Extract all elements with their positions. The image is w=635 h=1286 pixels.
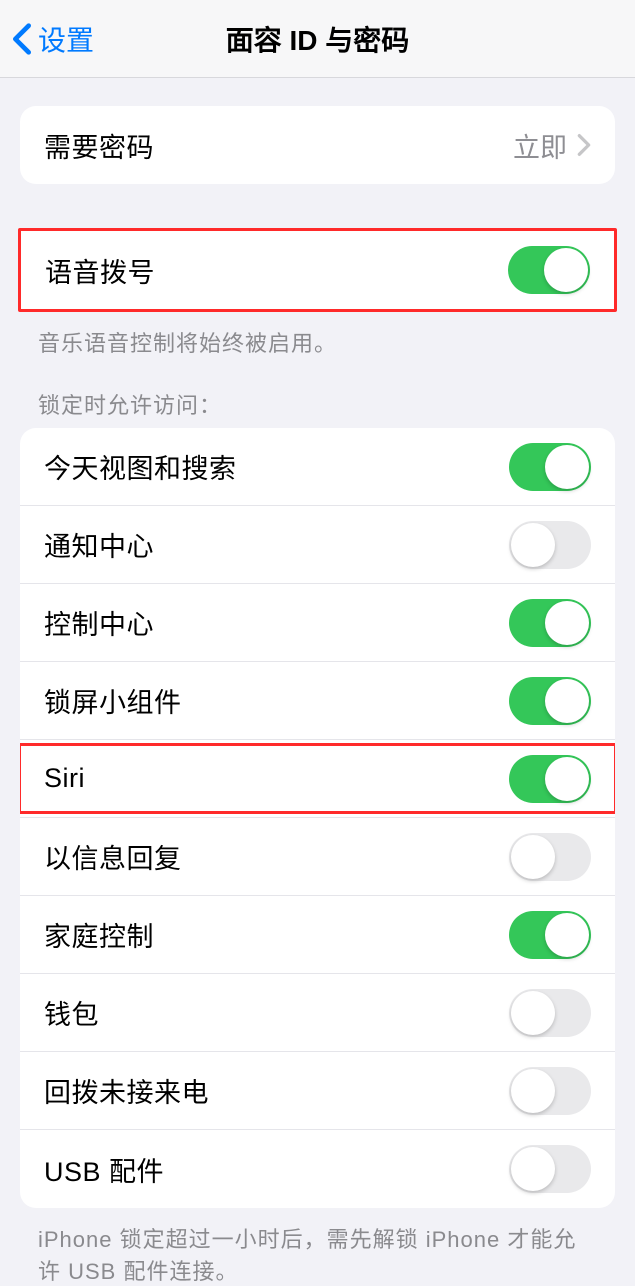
usb-accessories-row: USB 配件 <box>20 1130 615 1208</box>
siri-row: Siri <box>20 740 615 818</box>
lock-screen-widgets-toggle[interactable] <box>509 677 591 725</box>
require-passcode-row[interactable]: 需要密码 立即 <box>20 106 615 184</box>
notification-center-label: 通知中心 <box>44 525 154 564</box>
lock-screen-widgets-label: 锁屏小组件 <box>44 681 182 720</box>
chevron-right-icon <box>577 133 591 157</box>
siri-label: Siri <box>44 763 85 794</box>
reply-with-message-toggle[interactable] <box>509 833 591 881</box>
home-control-row: 家庭控制 <box>20 896 615 974</box>
wallet-toggle[interactable] <box>509 989 591 1037</box>
return-missed-calls-row: 回拨未接来电 <box>20 1052 615 1130</box>
voice-dial-toggle[interactable] <box>508 246 590 294</box>
voice-dial-label: 语音拨号 <box>45 251 155 290</box>
wallet-row: 钱包 <box>20 974 615 1052</box>
usb-accessories-toggle[interactable] <box>509 1145 591 1193</box>
usb-footer: iPhone 锁定超过一小时后，需先解锁 iPhone 才能允许 USB 配件连… <box>0 1208 635 1286</box>
wallet-label: 钱包 <box>44 993 99 1032</box>
today-view-label: 今天视图和搜索 <box>44 447 237 486</box>
siri-toggle[interactable] <box>509 755 591 803</box>
today-view-toggle[interactable] <box>509 443 591 491</box>
control-center-label: 控制中心 <box>44 603 154 642</box>
chevron-left-icon <box>12 22 32 56</box>
back-label: 设置 <box>38 19 94 59</box>
voice-dial-footer: 音乐语音控制将始终被启用。 <box>0 312 635 358</box>
lock-screen-widgets-row: 锁屏小组件 <box>20 662 615 740</box>
lock-access-group: 今天视图和搜索 通知中心 控制中心 锁屏小组件 Siri 以信息回复 家庭控制 <box>20 428 615 1208</box>
home-control-label: 家庭控制 <box>44 915 154 954</box>
return-missed-calls-label: 回拨未接来电 <box>44 1071 209 1110</box>
back-button[interactable]: 设置 <box>0 19 94 59</box>
usb-accessories-label: USB 配件 <box>44 1150 164 1189</box>
control-center-row: 控制中心 <box>20 584 615 662</box>
lock-access-header: 锁定时允许访问： <box>0 358 635 428</box>
notification-center-row: 通知中心 <box>20 506 615 584</box>
navbar: 设置 面容 ID 与密码 <box>0 0 635 78</box>
today-view-row: 今天视图和搜索 <box>20 428 615 506</box>
require-passcode-group: 需要密码 立即 <box>20 106 615 184</box>
page-title: 面容 ID 与密码 <box>0 19 635 59</box>
home-control-toggle[interactable] <box>509 911 591 959</box>
reply-with-message-label: 以信息回复 <box>44 837 182 876</box>
reply-with-message-row: 以信息回复 <box>20 818 615 896</box>
voice-dial-group: 语音拨号 <box>18 228 617 312</box>
require-passcode-label: 需要密码 <box>44 126 154 165</box>
voice-dial-row: 语音拨号 <box>21 231 614 309</box>
notification-center-toggle[interactable] <box>509 521 591 569</box>
require-passcode-value: 立即 <box>513 126 567 165</box>
return-missed-calls-toggle[interactable] <box>509 1067 591 1115</box>
control-center-toggle[interactable] <box>509 599 591 647</box>
